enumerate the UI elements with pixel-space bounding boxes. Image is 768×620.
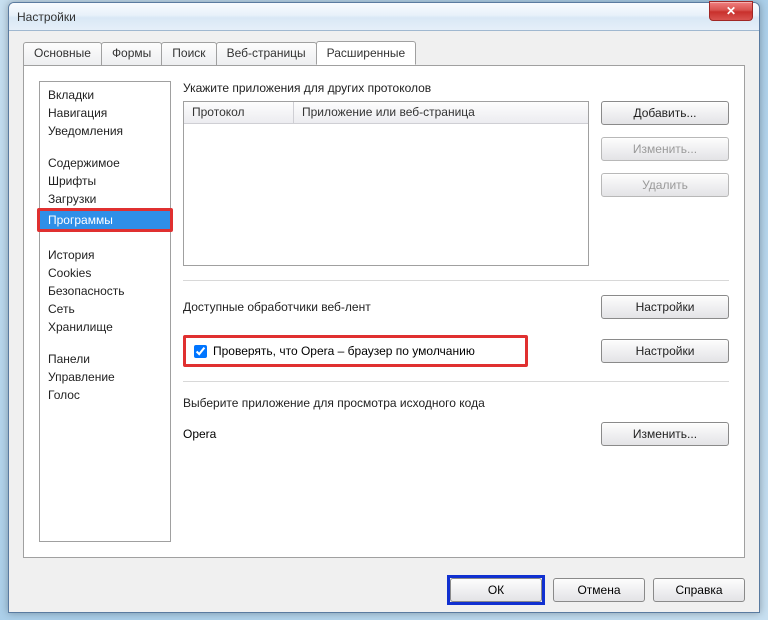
sidebar: Вкладки Навигация Уведомления Содержимое… bbox=[39, 81, 171, 542]
sidebar-item-panels[interactable]: Панели bbox=[40, 350, 170, 368]
source-viewer-change-button[interactable]: Изменить... bbox=[601, 422, 729, 446]
column-protocol[interactable]: Протокол bbox=[184, 102, 294, 123]
tab-search[interactable]: Поиск bbox=[161, 42, 216, 66]
footer: ОК Отмена Справка bbox=[9, 568, 759, 612]
tab-strip: Основные Формы Поиск Веб-страницы Расшир… bbox=[23, 41, 745, 65]
sidebar-item-history[interactable]: История bbox=[40, 246, 170, 264]
highlight-ok: ОК bbox=[447, 575, 545, 605]
tab-webpages[interactable]: Веб-страницы bbox=[216, 42, 317, 66]
sidebar-item-fonts[interactable]: Шрифты bbox=[40, 172, 170, 190]
close-icon: ✕ bbox=[726, 4, 736, 18]
feeds-settings-button[interactable]: Настройки bbox=[601, 295, 729, 319]
sidebar-item-network[interactable]: Сеть bbox=[40, 300, 170, 318]
separator-2 bbox=[183, 381, 729, 382]
sidebar-item-programs[interactable]: Программы bbox=[40, 211, 170, 229]
close-button[interactable]: ✕ bbox=[709, 1, 753, 21]
edit-button[interactable]: Изменить... bbox=[601, 137, 729, 161]
sidebar-item-security[interactable]: Безопасность bbox=[40, 282, 170, 300]
tab-advanced[interactable]: Расширенные bbox=[316, 41, 417, 65]
settings-window: Настройки ✕ Основные Формы Поиск Веб-стр… bbox=[8, 2, 760, 613]
sidebar-item-cookies[interactable]: Cookies bbox=[40, 264, 170, 282]
protocols-table[interactable]: Протокол Приложение или веб-страница bbox=[183, 101, 589, 266]
add-button[interactable]: Добавить... bbox=[601, 101, 729, 125]
source-viewer-label: Выберите приложение для просмотра исходн… bbox=[183, 396, 729, 410]
ok-button[interactable]: ОК bbox=[450, 578, 542, 602]
sidebar-item-tabs[interactable]: Вкладки bbox=[40, 86, 170, 104]
sidebar-item-downloads[interactable]: Загрузки bbox=[40, 190, 170, 208]
feeds-label: Доступные обработчики веб-лент bbox=[183, 300, 371, 314]
window-title: Настройки bbox=[17, 10, 76, 24]
sidebar-item-navigation[interactable]: Навигация bbox=[40, 104, 170, 122]
protocols-label: Укажите приложения для других протоколов bbox=[183, 81, 729, 95]
cancel-button[interactable]: Отмена bbox=[553, 578, 645, 602]
highlight-programs: Программы bbox=[37, 208, 173, 232]
sidebar-item-voice[interactable]: Голос bbox=[40, 386, 170, 404]
column-application[interactable]: Приложение или веб-страница bbox=[294, 102, 588, 123]
delete-button[interactable]: Удалить bbox=[601, 173, 729, 197]
default-browser-settings-button[interactable]: Настройки bbox=[601, 339, 729, 363]
tab-panel-advanced: Вкладки Навигация Уведомления Содержимое… bbox=[23, 65, 745, 558]
help-button[interactable]: Справка bbox=[653, 578, 745, 602]
table-header: Протокол Приложение или веб-страница bbox=[184, 102, 588, 124]
sidebar-item-management[interactable]: Управление bbox=[40, 368, 170, 386]
default-browser-label: Проверять, что Opera – браузер по умолча… bbox=[213, 344, 475, 358]
tab-general[interactable]: Основные bbox=[23, 42, 102, 66]
sidebar-item-storage[interactable]: Хранилище bbox=[40, 318, 170, 336]
main-panel: Укажите приложения для других протоколов… bbox=[183, 81, 729, 542]
separator bbox=[183, 280, 729, 281]
default-browser-checkbox[interactable] bbox=[194, 345, 207, 358]
titlebar[interactable]: Настройки ✕ bbox=[9, 3, 759, 31]
default-browser-checkbox-row[interactable]: Проверять, что Opera – браузер по умолча… bbox=[183, 335, 528, 367]
tab-forms[interactable]: Формы bbox=[101, 42, 162, 66]
content-area: Основные Формы Поиск Веб-страницы Расшир… bbox=[9, 31, 759, 568]
protocol-buttons: Добавить... Изменить... Удалить bbox=[601, 101, 729, 197]
sidebar-item-notifications[interactable]: Уведомления bbox=[40, 122, 170, 140]
sidebar-item-content[interactable]: Содержимое bbox=[40, 154, 170, 172]
source-viewer-value: Opera bbox=[183, 427, 216, 441]
